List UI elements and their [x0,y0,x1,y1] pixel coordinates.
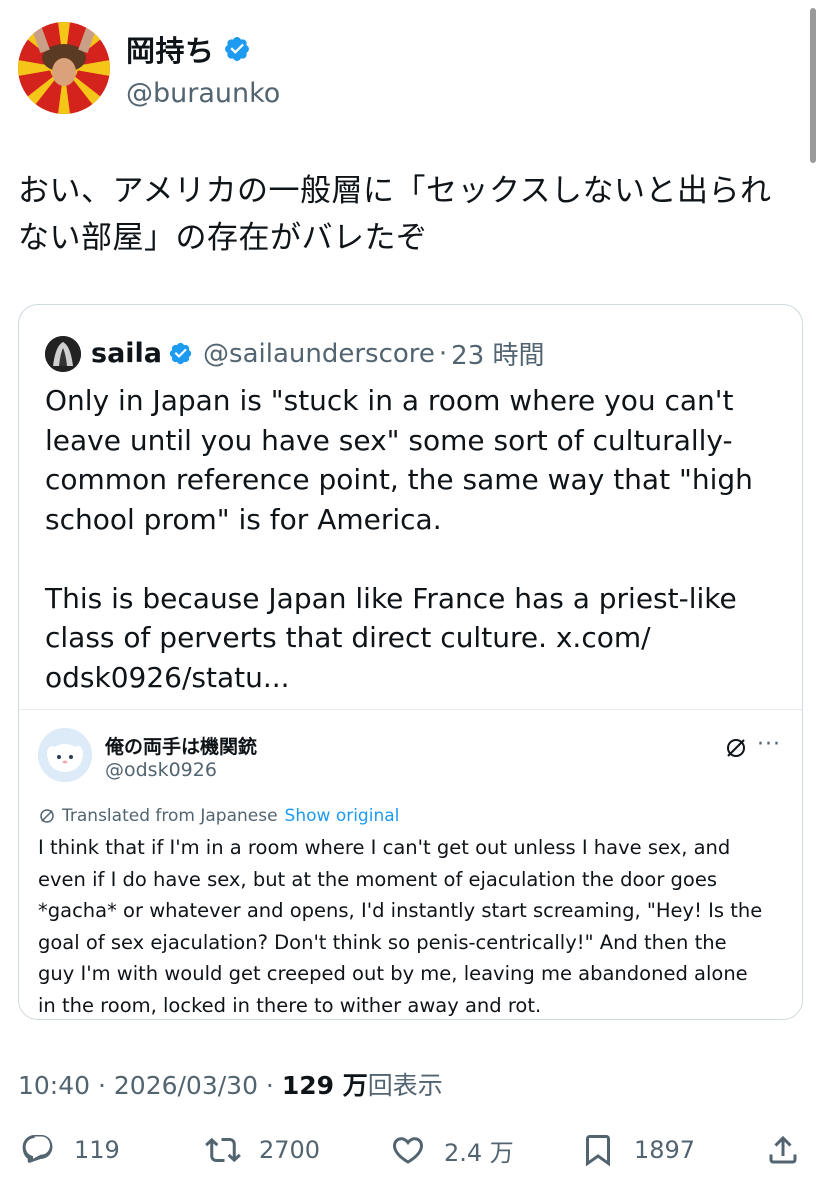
bookmark-button[interactable]: 1897 [580,1132,695,1168]
quote-author-handle[interactable]: @sailaunderscore [203,339,435,369]
quote-author-avatar[interactable] [45,335,81,372]
translation-notice: Translated from Japanese Show original [38,806,399,826]
bookmark-icon [586,1135,610,1167]
show-original-link: Show original [284,806,400,826]
like-button[interactable]: 2.4 万 [390,1132,514,1168]
translate-icon [40,809,54,823]
quote-author-name[interactable]: saila [91,338,162,369]
tweet-header: 岡持ち @buraunko [18,22,280,114]
share-button[interactable] [765,1132,801,1168]
views-label: 回表示 [367,1071,443,1100]
verified-badge-icon [169,342,192,365]
reply-count: 119 [74,1136,120,1164]
author-display-name[interactable]: 岡持ち [126,28,215,70]
reply-button[interactable]: 119 [20,1132,120,1168]
scrollbar[interactable] [810,8,816,163]
retweet-count: 2700 [259,1136,321,1164]
author-avatar[interactable] [18,22,110,114]
embedded-text-line: guy I'm with would get creeped out by me… [38,962,748,985]
post-time[interactable]: 10:40 [18,1071,90,1100]
embedded-author-name: 俺の両手は機関銃 [105,736,258,758]
views-count: 129 万 [281,1071,368,1100]
separator-dot: · [90,1071,114,1100]
verified-badge-icon [224,36,249,61]
retweet-icon [205,1137,241,1163]
bookmark-count: 1897 [634,1136,696,1164]
action-bar: 119 2700 2.4 万 1897 [0,1124,821,1184]
quote-text-line: odsk0926/statu... [45,660,290,694]
quote-timestamp[interactable]: 23 時間 [451,335,544,372]
quote-text-line: school prom" is for America. [45,502,442,536]
quote-text-line: Only in Japan is "stuck in a room where … [45,384,734,417]
separator-dot: · [257,1071,282,1100]
grok-icon [727,739,745,757]
embedded-author-avatar [38,728,92,782]
quote-text: Only in Japan is "stuck in a room where … [45,381,785,697]
tweet-meta: 10:40 · 2026/03/30 · 129 万回表示 [18,1066,443,1102]
embedded-text-line: I think that if I'm in a room where I ca… [38,836,731,859]
tweet-text-line: おい、アメリカの一般層に「セックスしないと出られ [18,173,772,209]
quote-paragraph: This is because Japan like France has a … [45,579,785,698]
quote-tweet-card[interactable]: saila @sailaunderscore · 23 時間 Only in J… [18,304,803,1020]
quote-paragraph: Only in Japan is "stuck in a room where … [45,381,785,539]
author-handle[interactable]: @buraunko [126,78,280,109]
separator-dot: · [438,338,448,369]
embedded-text-line: goal of sex ejaculation? Don't think so … [38,930,727,954]
tweet-text-line: ない部屋」の存在がバレたぞ [18,220,428,256]
retweet-button[interactable]: 2700 [205,1132,320,1168]
embedded-author-handle: @odsk0926 [105,759,217,781]
tweet-text: おい、アメリカの一般層に「セックスしないと出られ ない部屋」の存在がバレたぞ [18,168,808,262]
translated-label: Translated from Japanese [62,806,278,826]
heart-icon [392,1137,424,1164]
share-icon [769,1135,797,1164]
post-date[interactable]: 2026/03/30 [114,1071,258,1100]
embedded-text-line: in the room, locked in there to wither a… [38,993,542,1017]
quote-text-line: This is because Japan like France has a … [45,581,737,615]
quote-text-line: leave until you have sex" some sort of c… [45,423,733,457]
quote-text-line: class of perverts that direct culture. x… [45,621,651,654]
like-count: 2.4 万 [444,1138,514,1167]
embedded-text-line: *gacha* or whatever and opens, I'd insta… [38,899,763,922]
embedded-text: I think that if I'm in a room where I ca… [38,832,788,1019]
embedded-text-line: even if I do have sex, but at the moment… [38,867,717,891]
quote-header: saila @sailaunderscore · 23 時間 [45,335,545,372]
quote-text-line: common reference point, the same way tha… [45,463,753,496]
more-options-icon: ··· [757,732,781,757]
embedded-screenshot[interactable]: 俺の両手は機関銃 @odsk0926 ··· Translated from J… [19,709,802,1019]
reply-icon [22,1135,53,1163]
